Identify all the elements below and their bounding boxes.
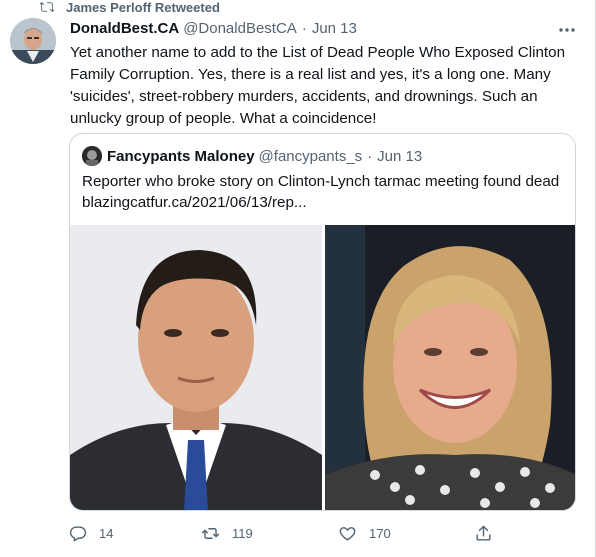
quoted-tweet-date: Jun 13	[377, 147, 423, 165]
retweet-button[interactable]: 119	[201, 524, 253, 543]
photo-right[interactable]	[325, 225, 575, 510]
avatar-image	[10, 18, 56, 64]
more-options-button[interactable]	[556, 22, 578, 38]
man-portrait-image	[70, 225, 322, 510]
quoted-avatar	[82, 146, 102, 166]
tweet-date[interactable]: Jun 13	[312, 20, 357, 37]
like-button[interactable]: 170	[338, 524, 391, 543]
retweet-banner-text[interactable]: James Perloff Retweeted	[66, 0, 220, 15]
tweet-header: DonaldBest.CA @DonaldBestCA · Jun 13	[70, 20, 357, 37]
quoted-tweet[interactable]: Fancypants Maloney @fancypants_s · Jun 1…	[69, 133, 576, 511]
quoted-tweet-header: Fancypants Maloney @fancypants_s · Jun 1…	[82, 146, 422, 166]
avatar[interactable]	[10, 18, 56, 64]
quoted-author-name: Fancypants Maloney	[107, 147, 255, 165]
woman-portrait-image	[325, 225, 575, 510]
tweet-text: Yet another name to add to the List of D…	[70, 44, 566, 127]
author-handle[interactable]: @DonaldBestCA	[183, 20, 297, 37]
reply-icon	[69, 525, 87, 541]
author-name[interactable]: DonaldBest.CA	[70, 20, 179, 37]
quoted-tweet-text: Reporter who broke story on Clinton-Lync…	[82, 173, 560, 190]
quoted-separator-dot: ·	[367, 147, 373, 165]
quoted-author-handle: @fancypants_s	[258, 147, 363, 165]
reply-button[interactable]: 14	[68, 524, 113, 543]
tweet-actions: 14 119 170	[68, 522, 498, 544]
tweet-card[interactable]: James Perloff Retweeted DonaldBest.CA @D…	[0, 0, 596, 557]
retweet-icon	[40, 2, 54, 12]
retweet-banner: James Perloff Retweeted	[40, 0, 220, 15]
share-icon	[476, 525, 491, 541]
retweet-icon	[201, 527, 220, 539]
like-count: 170	[369, 525, 391, 541]
quoted-avatar-image	[82, 146, 102, 166]
quoted-media[interactable]	[70, 225, 575, 510]
separator-dot: ·	[301, 20, 307, 37]
heart-icon	[339, 526, 356, 541]
quoted-tweet-link[interactable]: blazingcatfur.ca/2021/06/13/rep...	[82, 192, 567, 213]
reply-count: 14	[99, 525, 114, 541]
quoted-tweet-body: Reporter who broke story on Clinton-Lync…	[82, 171, 567, 213]
photo-left[interactable]	[70, 225, 322, 510]
more-icon	[559, 28, 575, 32]
retweet-count: 119	[232, 525, 253, 541]
share-button[interactable]	[474, 524, 505, 543]
